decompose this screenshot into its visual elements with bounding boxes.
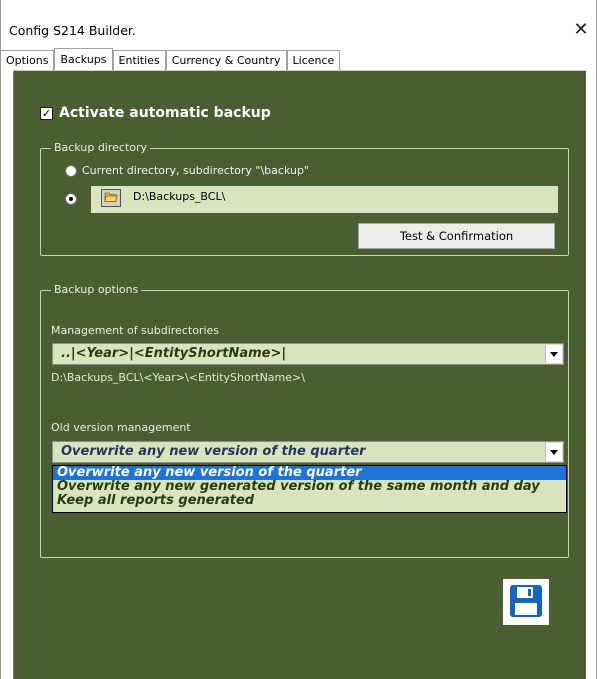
subdirectories-select[interactable]: ..|<Year>|<EntityShortName>|: [52, 343, 564, 365]
chevron-down-icon[interactable]: [545, 345, 562, 363]
activate-backup-label: Activate automatic backup: [59, 105, 271, 121]
activate-backup-checkbox[interactable]: ✓: [40, 106, 53, 120]
window-title: Config S214 Builder.: [9, 23, 136, 38]
config-window: Config S214 Builder. ✕ Options Backups E…: [0, 0, 597, 679]
tab-strip: Options Backups Entities Currency & Coun…: [1, 48, 596, 70]
radio-custom-path-row[interactable]: [65, 193, 77, 205]
radio-current-directory-label: Current directory, subdirectory "\backup…: [82, 164, 309, 177]
backup-directory-legend: Backup directory: [51, 141, 151, 155]
close-icon: ✕: [573, 18, 589, 40]
subdirectories-select-value: ..|<Year>|<EntityShortName>|: [61, 346, 287, 361]
tab-backups[interactable]: Backups: [54, 48, 113, 70]
backup-options-legend: Backup options: [51, 283, 142, 297]
chevron-down-icon[interactable]: [545, 443, 562, 461]
backup-options-group: Backup options Management of subdirector…: [40, 283, 569, 558]
old-version-select[interactable]: Overwrite any new version of the quarter: [52, 441, 564, 463]
tab-entities[interactable]: Entities: [112, 50, 166, 70]
floppy-disk-icon: [508, 583, 544, 622]
subdirectories-label: Management of subdirectories: [51, 324, 219, 337]
folder-open-icon: [104, 191, 118, 206]
old-version-option[interactable]: Overwrite any new generated version of t…: [53, 480, 566, 494]
tab-licence[interactable]: Licence: [286, 50, 341, 70]
custom-path-value: D:\Backups_BCL\: [133, 190, 226, 203]
browse-folder-button[interactable]: [101, 189, 121, 207]
save-button[interactable]: [503, 579, 549, 625]
radio-current-directory-row[interactable]: Current directory, subdirectory "\backup…: [65, 164, 309, 177]
radio-custom-path[interactable]: [65, 193, 77, 205]
old-version-label: Old version management: [51, 421, 191, 434]
tab-options[interactable]: Options: [1, 50, 55, 70]
old-version-option[interactable]: Keep all reports generated: [53, 494, 566, 508]
close-button[interactable]: ✕: [566, 15, 596, 43]
subdirectories-preview: D:\Backups_BCL\<Year>\<EntityShortName>\: [51, 371, 305, 384]
test-confirmation-button[interactable]: Test & Confirmation: [358, 223, 555, 249]
radio-current-directory[interactable]: [65, 164, 77, 177]
tab-currency-country[interactable]: Currency & Country: [165, 50, 287, 70]
backups-panel: ✓ Activate automatic backup Backup direc…: [13, 70, 586, 679]
old-version-select-value: Overwrite any new version of the quarter: [61, 444, 366, 459]
backup-directory-group: Backup directory Current directory, subd…: [40, 141, 569, 256]
old-version-option[interactable]: Overwrite any new version of the quarter: [53, 466, 566, 480]
title-bar: Config S214 Builder. ✕: [1, 0, 596, 46]
activate-backup-row[interactable]: ✓ Activate automatic backup: [40, 105, 271, 121]
old-version-dropdown-list: Overwrite any new version of the quarter…: [52, 465, 567, 513]
